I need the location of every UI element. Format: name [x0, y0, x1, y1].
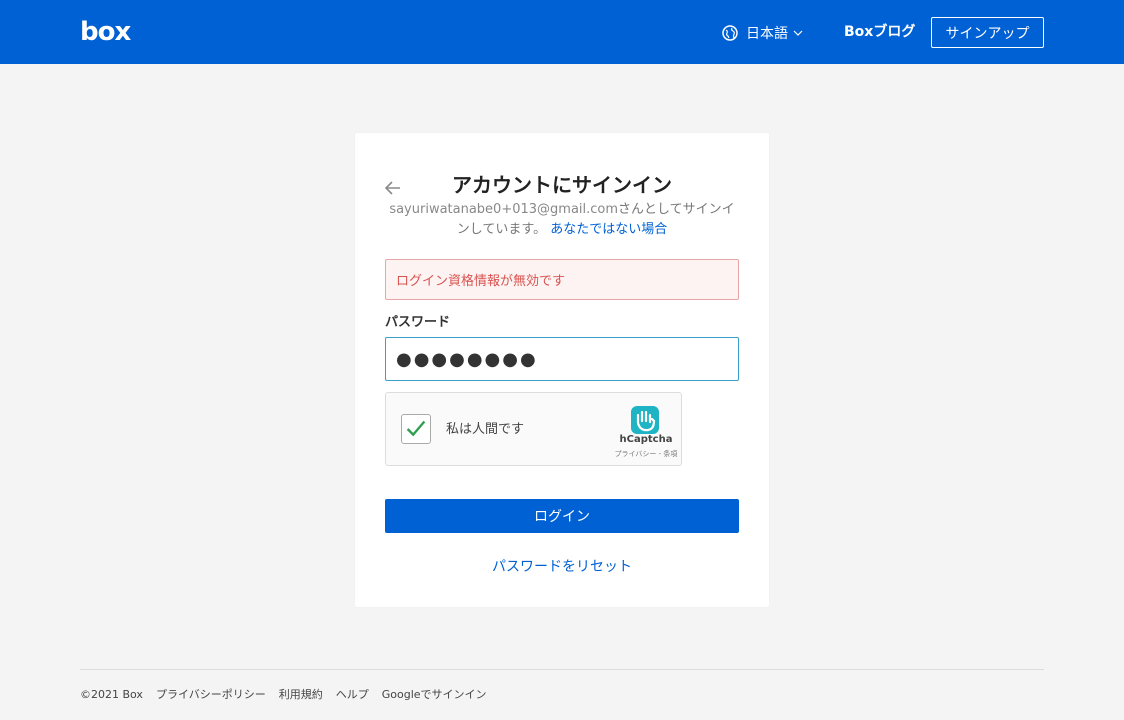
language-selector[interactable]: 日本語 [722, 22, 803, 44]
not-you-link[interactable]: あなたではない場合 [550, 222, 667, 237]
page-title: アカウントにサインイン [452, 173, 672, 197]
globe-icon [722, 25, 738, 41]
chevron-down-icon [793, 30, 803, 36]
captcha-brand: hCaptcha [619, 434, 673, 445]
privacy-policy-link[interactable]: プライバシーポリシー [156, 687, 266, 703]
captcha-label: 私は人間です [446, 422, 525, 437]
captcha-terms-link[interactable]: 条項 [663, 450, 677, 458]
google-signin-link[interactable]: Googleでサインイン [382, 687, 487, 703]
language-label: 日本語 [746, 26, 788, 42]
error-alert: ログイン資格情報が無効です [385, 259, 739, 300]
hcaptcha-widget: 私は人間です hCaptcha プライバシー - 条項 [385, 392, 682, 466]
captcha-privacy-link[interactable]: プライバシー [615, 450, 657, 458]
help-link[interactable]: ヘルプ [336, 687, 369, 703]
box-logo[interactable]: box [80, 18, 131, 46]
login-button[interactable]: ログイン [385, 499, 739, 533]
copyright: ©2021 Box [80, 688, 143, 701]
footer: ©2021 Box プライバシーポリシー 利用規約 ヘルプ Googleでサイン… [80, 687, 487, 703]
password-input[interactable] [385, 337, 739, 381]
signin-subtitle: sayuriwatanabe0+013@gmail.comさんとしてサインインし… [385, 200, 739, 240]
password-label: パスワード [385, 315, 451, 330]
captcha-links: プライバシー - 条項 [610, 449, 682, 459]
captcha-checkbox[interactable] [401, 414, 431, 444]
account-email: sayuriwatanabe0+013@gmail.com [389, 202, 619, 217]
checkmark-icon [406, 420, 426, 437]
terms-link[interactable]: 利用規約 [279, 687, 323, 703]
signin-card: アカウントにサインイン sayuriwatanabe0+013@gmail.co… [355, 133, 769, 607]
box-blog-link[interactable]: Boxブログ [844, 22, 915, 42]
top-header: box 日本語 Boxブログ サインアップ [0, 0, 1124, 64]
signup-button[interactable]: サインアップ [931, 17, 1044, 48]
reset-password-link[interactable]: パスワードをリセット [355, 557, 769, 577]
footer-divider [80, 669, 1044, 670]
